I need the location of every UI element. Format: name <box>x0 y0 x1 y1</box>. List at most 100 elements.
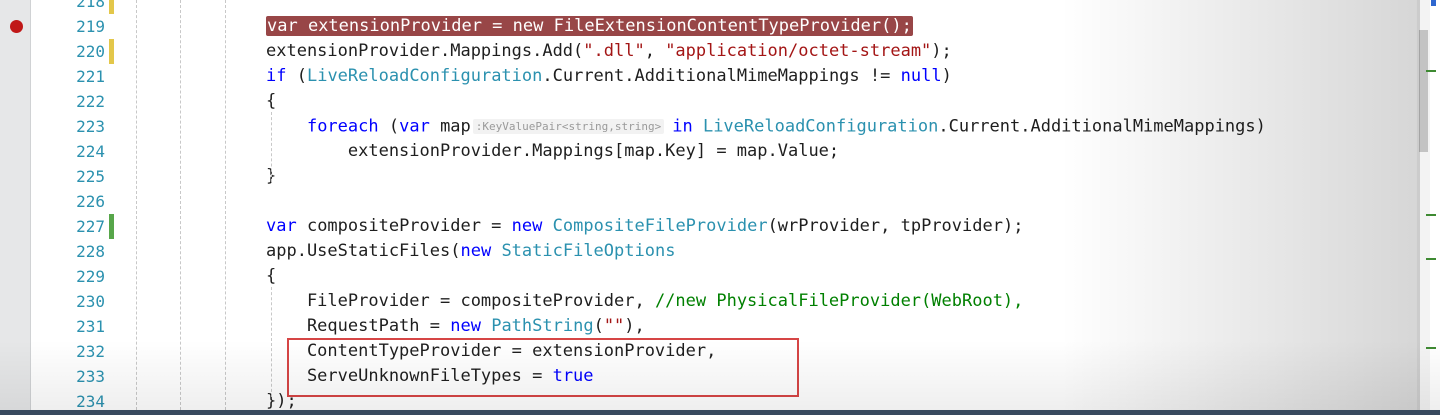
callout-box <box>287 338 799 397</box>
code-line[interactable]: 227 var compositeProvider = new Composite… <box>0 214 1440 239</box>
line-number: 226 <box>76 192 105 211</box>
code-token: in <box>672 116 693 137</box>
code-token: StaticFileOptions <box>501 241 676 261</box>
code-token: extensionProvider = <box>297 16 513 36</box>
code-token: ) <box>941 66 952 86</box>
code-editor[interactable]: 218 219 var extensionProvider = new FileEx… <box>0 0 1440 410</box>
code-line[interactable]: 228 app.UseStaticFiles(new StaticFileOpti… <box>0 239 1440 264</box>
scrollbar-thumb[interactable] <box>1419 30 1428 152</box>
line-number: 224 <box>76 142 105 161</box>
code-token: .Current.AdditionalMimeMappings != <box>542 66 901 86</box>
code-token: var <box>266 216 297 236</box>
code-token: app.UseStaticFiles( <box>266 241 461 261</box>
code-token: ( <box>286 66 307 86</box>
line-number: 230 <box>76 292 105 311</box>
code-text: var compositeProvider = new CompositeFil… <box>266 214 1023 239</box>
code-token: { <box>266 266 277 286</box>
code-text: foreach (var map:KeyValuePair<string,str… <box>266 114 1266 139</box>
line-number: 233 <box>76 367 105 386</box>
code-token: "application/octet-stream" <box>665 41 932 61</box>
code-line[interactable]: 231 RequestPath = new PathString(""), <box>0 314 1440 339</box>
code-token: .Current.AdditionalMimeMappings) <box>938 116 1266 137</box>
code-token: var <box>399 116 430 137</box>
overview-marker <box>1426 70 1436 72</box>
code-token: map <box>440 116 471 137</box>
code-line[interactable]: 218 <box>0 0 1440 14</box>
line-number: 227 <box>76 217 105 236</box>
code-token: ( <box>378 116 400 137</box>
line-number: 219 <box>76 17 105 36</box>
code-line[interactable]: 219 var extensionProvider = new FileExten… <box>0 14 1440 39</box>
line-number: 234 <box>76 392 105 410</box>
code-line[interactable]: 229 { <box>0 264 1440 289</box>
line-number: 232 <box>76 342 105 361</box>
indent-guide <box>271 287 272 397</box>
indent-guide <box>180 0 181 410</box>
line-number: 225 <box>76 167 105 186</box>
code-token: extensionProvider.Mappings.Add( <box>266 41 584 61</box>
line-number: 220 <box>76 42 105 61</box>
code-token: (wrProvider, tpProvider); <box>767 216 1024 236</box>
code-token: ), <box>624 316 645 336</box>
code-line[interactable]: 221 if (LiveReloadConfiguration.Current.A… <box>0 64 1440 89</box>
code-token: ); <box>931 41 952 61</box>
line-number: 228 <box>76 242 105 261</box>
code-text: if (LiveReloadConfiguration.Current.Addi… <box>266 64 952 89</box>
overview-marker <box>1426 347 1436 349</box>
code-text: app.UseStaticFiles(new StaticFileOptions <box>266 239 675 264</box>
change-marker <box>109 214 114 239</box>
code-line[interactable]: 225} <box>0 164 1440 189</box>
code-token: , <box>644 41 666 61</box>
code-token: foreach <box>306 116 379 137</box>
code-text: RequestPath = new PathString(""), <box>266 314 645 339</box>
breakpoint-icon[interactable] <box>10 20 23 33</box>
code-line[interactable]: 226 <box>0 189 1440 214</box>
code-text: { <box>266 264 276 289</box>
line-number: 218 <box>76 0 105 11</box>
overview-marker <box>1431 0 1436 6</box>
code-line[interactable]: 224 extensionProvider.Mappings[map.Key] … <box>0 139 1440 164</box>
code-line[interactable]: 222 { <box>0 89 1440 114</box>
overview-marker <box>1426 214 1436 216</box>
code-text: extensionProvider.Mappings[map.Key] = ma… <box>266 139 839 164</box>
indent-guide <box>136 0 137 410</box>
code-text: extensionProvider.Mappings.Add(".dll", "… <box>266 39 952 64</box>
code-token: CompositeFileProvider <box>552 216 768 236</box>
change-marker <box>109 39 114 64</box>
line-number: 221 <box>76 67 105 86</box>
indent-guide <box>225 0 226 410</box>
code-token: PathString <box>491 316 594 336</box>
code-token: ( <box>593 316 604 336</box>
inline-type-hint: :KeyValuePair<string,string> <box>472 119 665 134</box>
code-line[interactable]: 230 FileProvider = compositeProvider, //… <box>0 289 1440 314</box>
code-token: { <box>266 91 277 111</box>
change-marker <box>109 0 114 14</box>
window-frame <box>0 410 1440 415</box>
code-token: FileProvider = compositeProvider, <box>266 291 655 311</box>
code-line[interactable]: 223 foreach (var map:KeyValuePair<string… <box>0 114 1440 139</box>
code-token: (); <box>881 16 912 36</box>
line-number: 231 <box>76 317 105 336</box>
code-text: { <box>266 89 276 114</box>
code-token: new <box>511 216 543 236</box>
code-token: "" <box>603 316 625 336</box>
code-token: new <box>512 16 544 36</box>
line-number: 223 <box>76 117 105 136</box>
code-token: LiveReloadConfiguration <box>702 116 939 137</box>
breakpoint-highlight: var extensionProvider = new FileExtensio… <box>266 16 913 36</box>
overview-marker <box>1426 258 1436 260</box>
code-token: RequestPath = <box>266 316 451 336</box>
line-number: 222 <box>76 92 105 111</box>
code-text: FileProvider = compositeProvider, //new … <box>266 289 1023 314</box>
code-token: compositeProvider = <box>296 216 512 236</box>
code-line[interactable]: 220 extensionProvider.Mappings.Add(".dll"… <box>0 39 1440 64</box>
code-token: new <box>460 241 492 261</box>
code-token: ".dll" <box>583 41 645 61</box>
